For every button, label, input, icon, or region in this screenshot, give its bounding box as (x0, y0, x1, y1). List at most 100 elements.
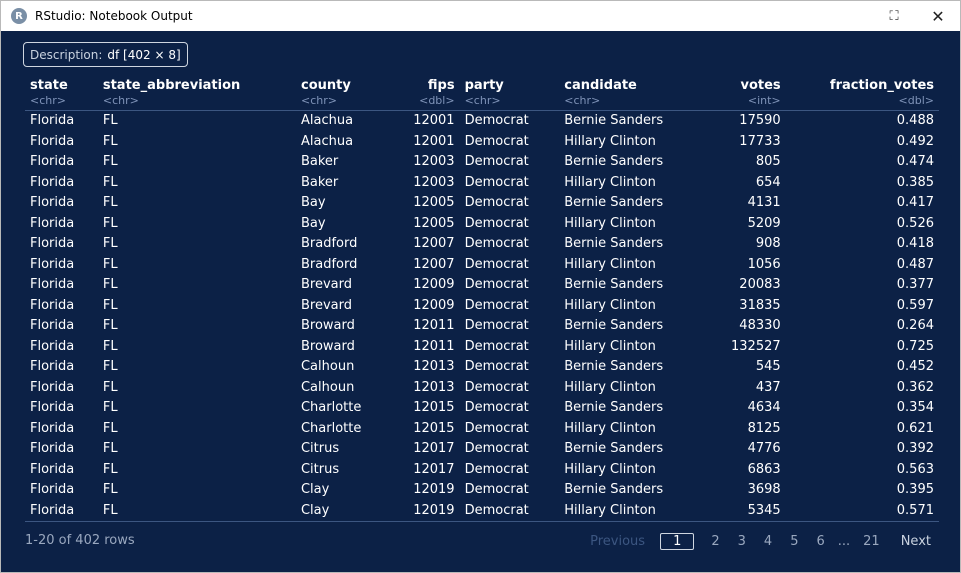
table-row: Florida FL Calhoun 12013 Democrat Hillary Cli… (25, 378, 939, 399)
table-footer: 1-20 of 402 rows Previous 1 23456 ... 21… (1, 531, 960, 551)
column-type: <int> (747, 94, 781, 107)
close-icon: ✕ (931, 6, 945, 26)
maximize-button[interactable]: ⛶ (872, 1, 916, 31)
table-cell-party: Democrat (464, 379, 529, 395)
table-row: Florida FL Alachua 12001 Democrat Bernie Sand… (25, 111, 939, 132)
table-cell-fips: 12013 (413, 359, 455, 374)
column-header-candidate[interactable]: candidate <chr> (559, 75, 706, 111)
table-cell-fraction-votes: 0.597 (896, 297, 934, 313)
next-page-button[interactable]: Next (889, 534, 940, 549)
column-header-state-abbreviation[interactable]: state_abbreviation <chr> (97, 75, 296, 111)
table-cell-votes: 4776 (747, 441, 781, 456)
table-cell-fraction-votes: 0.417 (896, 195, 934, 210)
table-cell-party: Democrat (464, 256, 529, 272)
page-button-current[interactable]: 1 (660, 532, 695, 550)
table-cell-state: Florida (30, 461, 75, 477)
table-cell-party: Democrat (464, 359, 529, 374)
table-cell-fraction-votes: 0.418 (896, 236, 934, 251)
column-name: votes (740, 78, 781, 93)
table-row: Florida FL Bay 12005 Democrat Bernie Sanders 4… (25, 193, 939, 214)
table-cell-state: Florida (30, 359, 75, 374)
table-cell-fips: 12003 (413, 154, 455, 169)
column-header-fraction-votes[interactable]: fraction_votes <dbl> (785, 75, 939, 111)
table-cell-votes: 4634 (747, 400, 781, 415)
page-button-last[interactable]: 21 (854, 534, 889, 549)
table-cell-votes: 3698 (747, 482, 781, 497)
table-cell-county: Bradford (300, 236, 358, 251)
table-cell-votes: 48330 (739, 318, 781, 333)
table-cell-party: Democrat (464, 441, 529, 456)
column-type: <dbl> (898, 94, 934, 107)
table-cell-votes: 6863 (747, 461, 781, 477)
table-cell-party: Democrat (459, 500, 560, 522)
table-cell-state: Florida (30, 195, 75, 210)
table-row: Florida FL Charlotte 12015 Democrat Bernie Sa… (25, 398, 939, 419)
description-value: df [402 × 8] (107, 47, 181, 62)
table-row: Florida FL Clay 12019 Democrat Bernie Sanders… (25, 480, 939, 501)
table-cell-state-abbreviation: FL (102, 379, 118, 395)
table-cell-county: Bradford (300, 256, 358, 272)
table-cell-state-abbreviation: FL (102, 215, 118, 231)
pagination: Previous 1 23456 ... 21 Next (581, 531, 940, 551)
table-cell-state: Florida (25, 500, 98, 522)
pagination-ellipsis: ... (837, 533, 851, 549)
title-bar: R RStudio: Notebook Output ⛶ ✕ (1, 1, 960, 31)
table-cell-fraction-votes: 0.354 (896, 400, 934, 415)
column-type: <chr> (300, 94, 337, 107)
column-header-state[interactable]: state <chr> (25, 75, 98, 111)
table-cell-fraction-votes: 0.395 (896, 482, 934, 497)
row-count: 1-20 of 402 rows (25, 533, 135, 548)
table-cell-candidate: Hillary Clinton (564, 420, 656, 436)
table-cell-county: Bay (300, 195, 326, 210)
table-cell-state-abbreviation: FL (102, 482, 118, 497)
table-cell-votes: 1056 (747, 256, 781, 272)
column-header-votes[interactable]: votes <int> (705, 75, 786, 111)
table-cell-votes: 20083 (739, 277, 781, 292)
column-type: <chr> (30, 94, 66, 107)
table-cell-party: Democrat (464, 420, 529, 436)
table-cell-county: Alachua (300, 113, 354, 128)
close-button[interactable]: ✕ (916, 1, 960, 31)
page-button[interactable]: 3 (729, 534, 755, 549)
table-row: Florida FL Baker 12003 Democrat Bernie Sander… (25, 152, 939, 173)
window-title: RStudio: Notebook Output (35, 9, 193, 23)
table-cell-state: Florida (30, 113, 75, 128)
table-cell-county: Baker (300, 174, 339, 190)
column-header-fips[interactable]: fips <dbl> (390, 75, 460, 111)
table-cell-state-abbreviation: FL (102, 133, 118, 149)
table-cell-party: Democrat (464, 133, 529, 149)
table-cell-county: Brevard (300, 297, 352, 313)
table-cell-fips: 12019 (390, 500, 460, 522)
maximize-icon: ⛶ (889, 8, 899, 24)
page-button[interactable]: 4 (755, 534, 781, 549)
table-cell-fips: 12001 (413, 113, 455, 128)
table-cell-state-abbreviation: FL (102, 338, 118, 354)
table-cell-votes: 437 (755, 379, 781, 395)
table-cell-candidate: Hillary Clinton (564, 133, 656, 149)
page-button[interactable]: 2 (702, 534, 728, 549)
table-cell-votes: 805 (755, 154, 781, 169)
table-cell-county: Brevard (300, 277, 352, 292)
table-cell-state: Florida (30, 277, 75, 292)
table-cell-state: Florida (30, 236, 75, 251)
table-cell-fraction-votes: 0.488 (896, 113, 934, 128)
table-cell-votes: 5209 (747, 215, 781, 231)
page-button[interactable]: 5 (781, 534, 807, 549)
column-header-party[interactable]: party <chr> (459, 75, 560, 111)
previous-page-button[interactable]: Previous (581, 534, 654, 549)
description-badge: Description: df [402 × 8] (23, 42, 188, 67)
table-body: Florida FL Alachua 12001 Democrat Bernie Sand… (25, 111, 939, 522)
column-header-county[interactable]: county <chr> (295, 75, 391, 111)
table-cell-county: Charlotte (300, 420, 362, 436)
table-cell-party: Democrat (464, 195, 529, 210)
page-button[interactable]: 6 (807, 534, 833, 549)
column-type: <chr> (564, 94, 601, 107)
column-name: county (300, 78, 351, 93)
table-cell-party: Democrat (464, 338, 529, 354)
table-cell-votes: 908 (755, 236, 781, 251)
table-cell-state: Florida (30, 256, 75, 272)
window-controls: ⛶ ✕ (872, 1, 960, 31)
table-cell-fraction-votes: 0.264 (896, 318, 934, 333)
table-cell-party: Democrat (464, 277, 529, 292)
table-cell-fraction-votes: 0.362 (896, 379, 934, 395)
